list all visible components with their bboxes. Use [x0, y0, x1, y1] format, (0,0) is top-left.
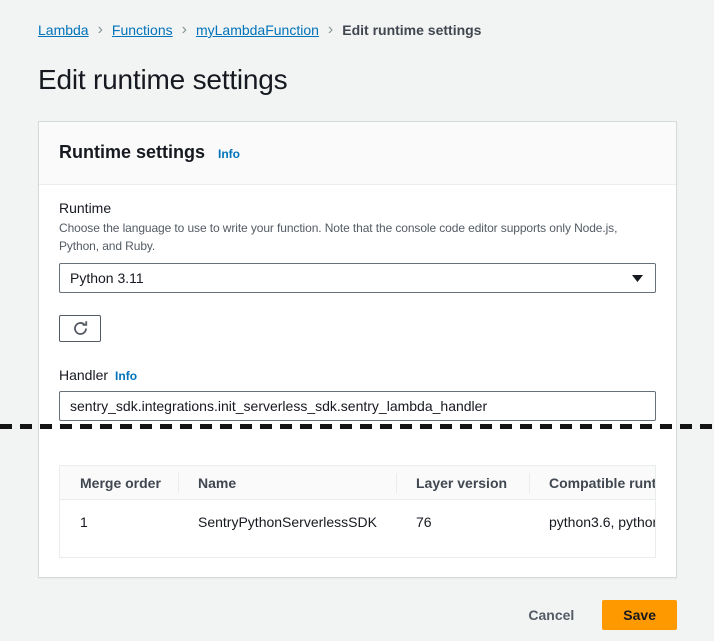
layers-table-header: Merge order Name Layer version Compatibl…	[60, 466, 655, 500]
screenshot-cut-dashed-line	[0, 424, 714, 429]
runtime-label: Runtime	[59, 199, 656, 217]
table-row: 1 SentryPythonServerlessSDK 76 python3.6…	[60, 500, 655, 544]
breadcrumb-mylambdafunction[interactable]: myLambdaFunction	[196, 22, 319, 38]
handler-label: Handler	[59, 366, 108, 384]
cell-merge-order: 1	[60, 500, 178, 544]
refresh-icon	[72, 320, 89, 337]
cell-compatible-runtimes: python3.6, python	[529, 500, 655, 544]
runtime-select-value: Python 3.11	[70, 270, 144, 286]
breadcrumb-lambda[interactable]: Lambda	[38, 22, 89, 38]
column-header-name: Name	[178, 466, 396, 499]
runtime-description-line1: Choose the language to use to write your…	[59, 219, 656, 237]
page-title: Edit runtime settings	[38, 64, 677, 96]
cell-layer-version: 76	[396, 500, 529, 544]
layers-table: Merge order Name Layer version Compatibl…	[59, 465, 656, 558]
chevron-right-icon: ›	[98, 23, 103, 37]
column-header-merge-order: Merge order	[60, 466, 178, 499]
breadcrumb: Lambda › Functions › myLambdaFunction › …	[38, 22, 677, 38]
runtime-description-line2: Python, and Ruby.	[59, 237, 656, 255]
handler-label-row: Handler Info	[59, 366, 656, 384]
table-bottom-spacer	[60, 544, 655, 557]
runtime-select[interactable]: Python 3.11	[59, 263, 656, 293]
column-header-layer-version: Layer version	[396, 466, 529, 499]
chevron-right-icon: ›	[182, 23, 187, 37]
refresh-runtimes-button[interactable]	[59, 315, 101, 342]
breadcrumb-functions[interactable]: Functions	[112, 22, 173, 38]
card-title: Runtime settings	[59, 142, 205, 163]
save-button[interactable]: Save	[602, 600, 677, 630]
runtime-settings-info-link[interactable]: Info	[218, 147, 240, 161]
card-header: Runtime settings Info	[39, 122, 676, 185]
handler-info-link[interactable]: Info	[115, 369, 137, 383]
runtime-description: Choose the language to use to write your…	[59, 219, 656, 255]
cell-name: SentryPythonServerlessSDK	[178, 500, 396, 544]
cancel-button[interactable]: Cancel	[524, 601, 578, 629]
footer-actions: Cancel Save	[38, 600, 677, 630]
card-body: Runtime Choose the language to use to wr…	[39, 185, 676, 577]
caret-down-icon	[632, 275, 643, 282]
chevron-right-icon: ›	[328, 23, 333, 37]
handler-input[interactable]	[59, 391, 656, 421]
edit-runtime-settings-page: Lambda › Functions › myLambdaFunction › …	[0, 0, 714, 641]
runtime-settings-card: Runtime settings Info Runtime Choose the…	[38, 121, 677, 578]
column-header-compatible-runtimes: Compatible runtimes	[529, 466, 655, 499]
breadcrumb-current: Edit runtime settings	[342, 22, 481, 38]
